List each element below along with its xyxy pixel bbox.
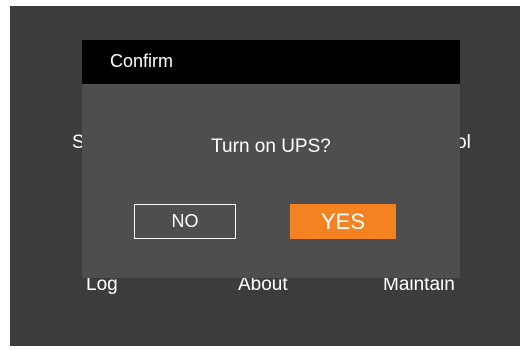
- yes-button[interactable]: YES: [290, 204, 396, 239]
- no-button[interactable]: NO: [134, 204, 236, 239]
- dialog-title: Confirm: [110, 51, 174, 71]
- confirm-dialog: Confirm Turn on UPS? NO YES: [82, 40, 460, 278]
- dialog-message: Turn on UPS?: [211, 136, 331, 157]
- device-screen: S ol Log About Maintain Confirm Turn on …: [10, 6, 520, 346]
- dialog-titlebar: Confirm: [82, 40, 460, 84]
